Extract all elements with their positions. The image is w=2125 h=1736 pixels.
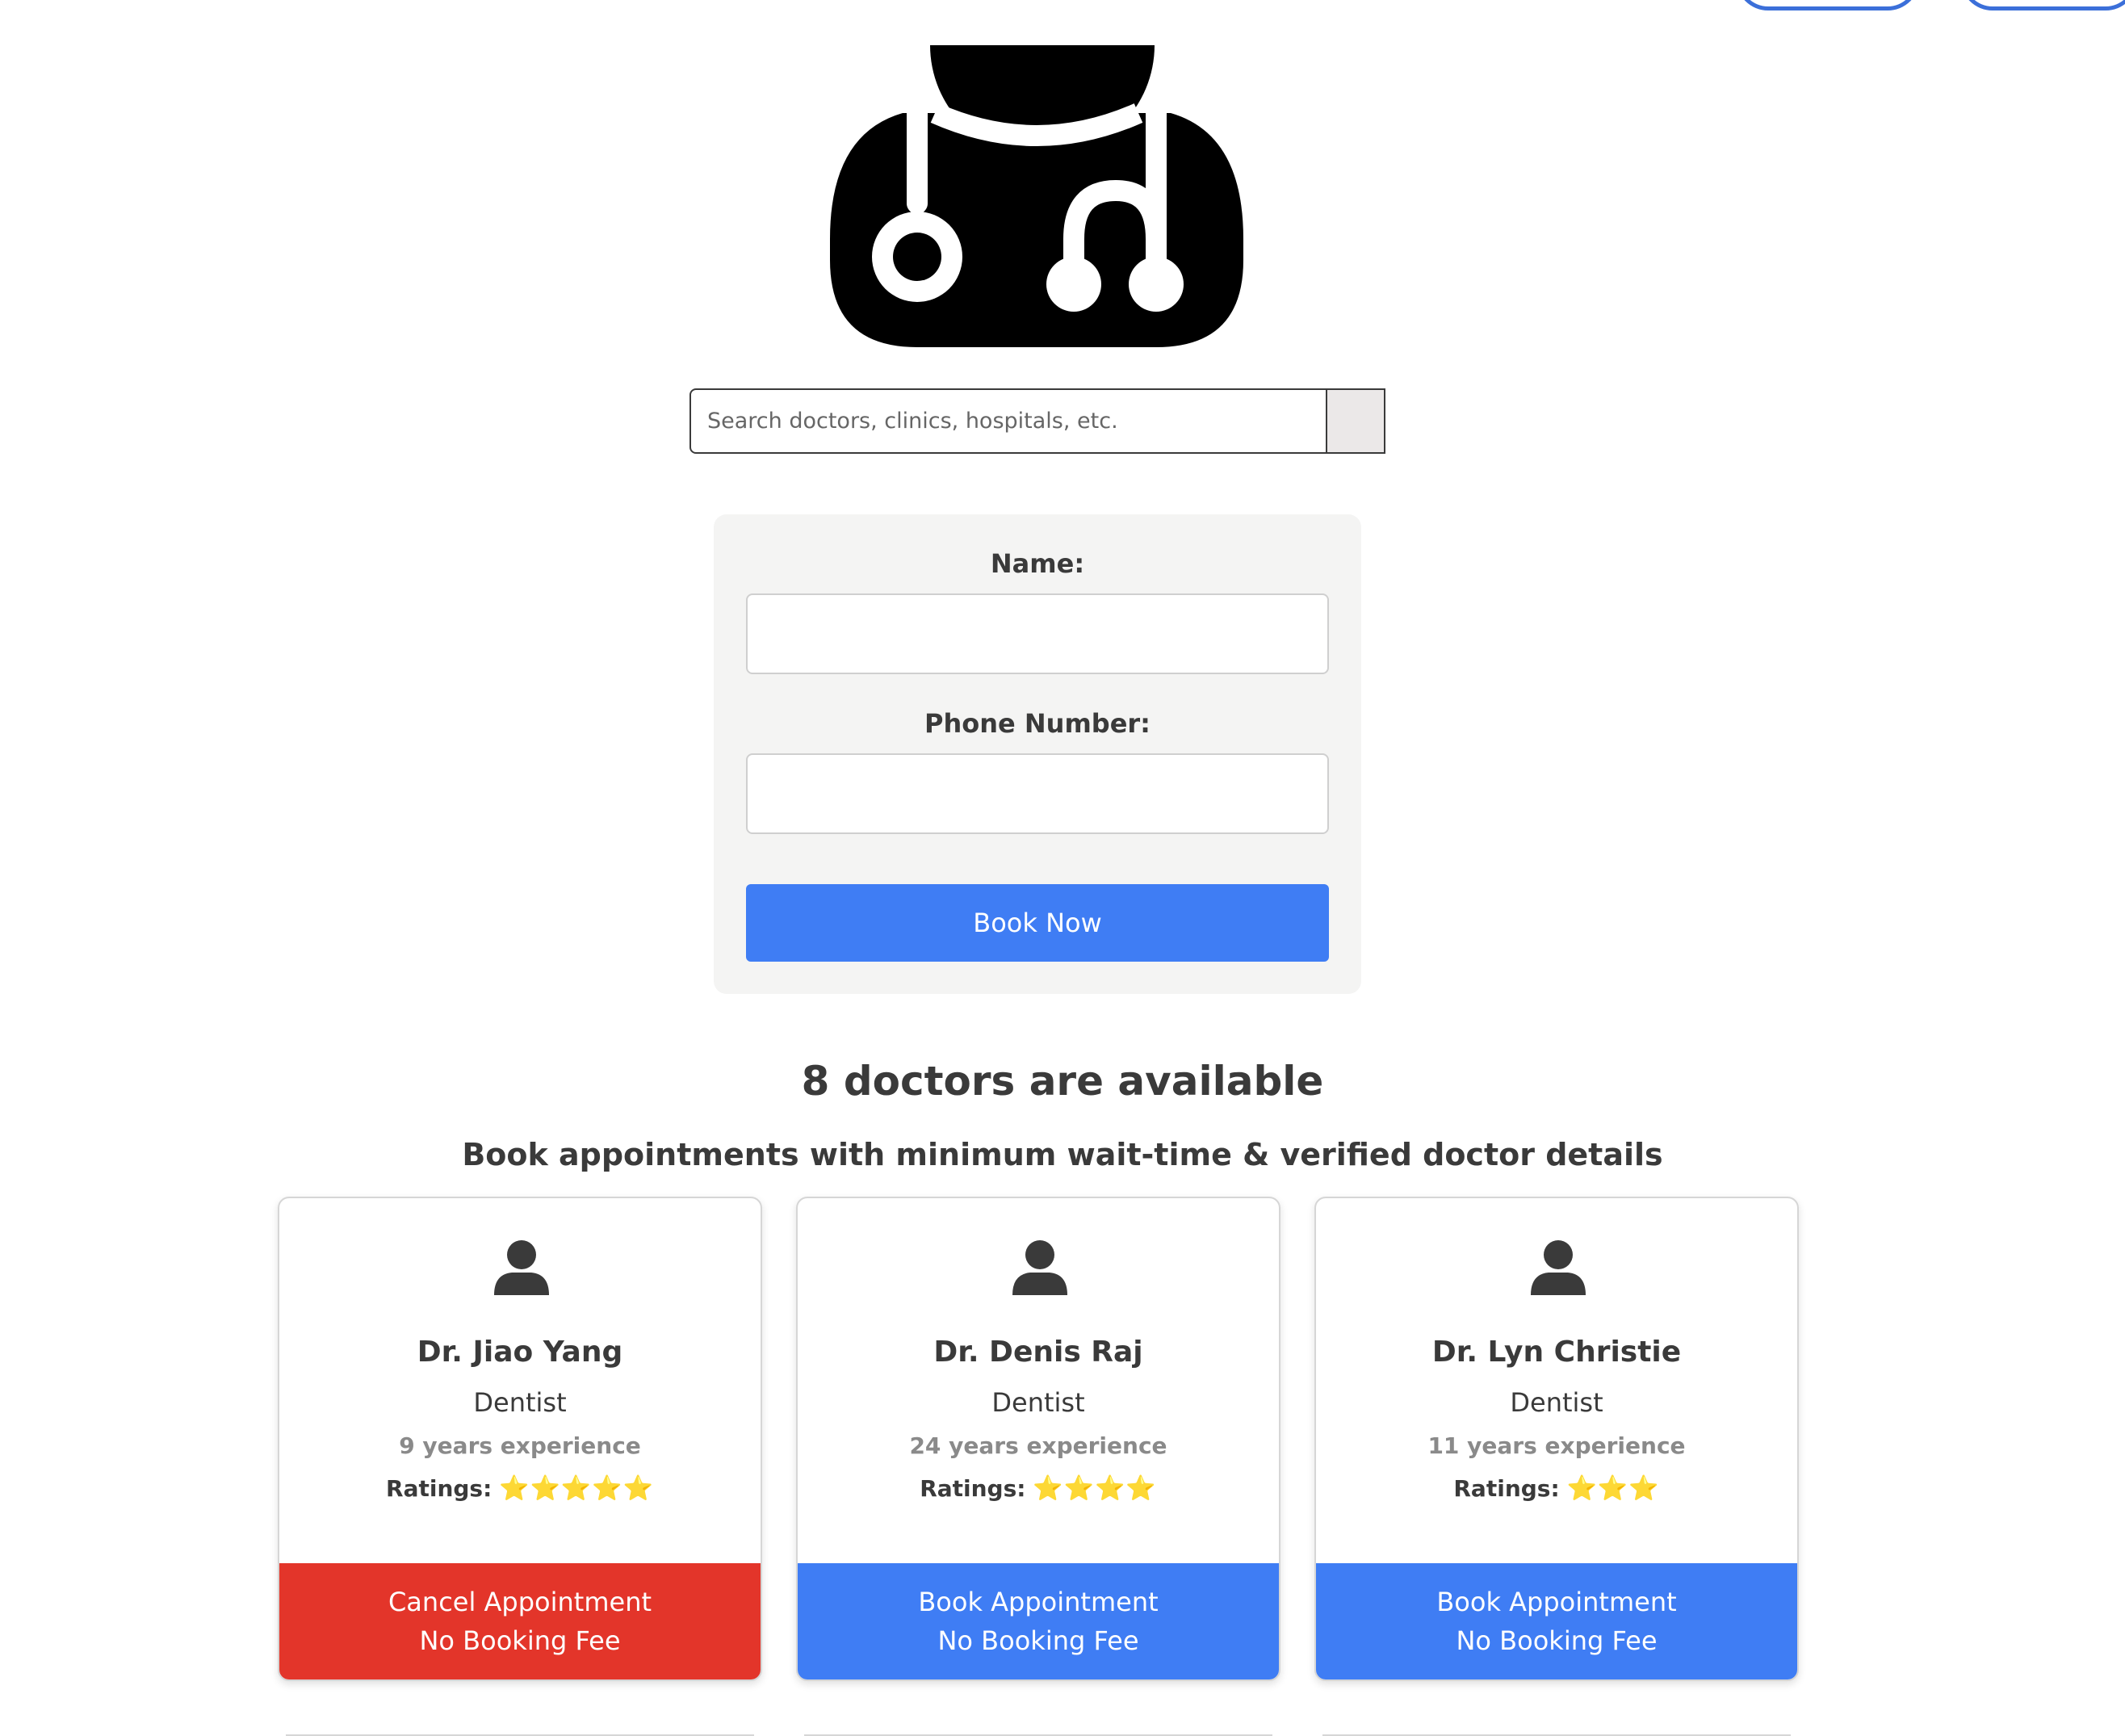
rating-stars-icon: ⭐⭐⭐⭐⭐ xyxy=(499,1474,654,1503)
appointment-action-label: Book Appointment xyxy=(1436,1587,1677,1617)
phone-number-field[interactable] xyxy=(746,753,1329,834)
book-now-button[interactable]: Book Now xyxy=(746,884,1329,962)
top-nav-button-1[interactable] xyxy=(1736,0,1920,10)
doctor-experience: 24 years experience xyxy=(909,1432,1167,1459)
doctor-specialty: Dentist xyxy=(473,1387,567,1418)
doctor-specialty: Dentist xyxy=(991,1387,1085,1418)
cancel-appointment-button[interactable]: Cancel Appointment No Booking Fee xyxy=(279,1563,761,1679)
booking-fee-label: No Booking Fee xyxy=(937,1625,1139,1656)
doctor-name: Dr. Lyn Christie xyxy=(1431,1336,1682,1369)
doctor-stethoscope-logo-icon xyxy=(830,45,1243,355)
search-input[interactable] xyxy=(689,388,1327,454)
search-bar xyxy=(689,388,1385,454)
doctors-available-heading: 8 doctors are available xyxy=(801,1058,1324,1105)
doctor-experience: 11 years experience xyxy=(1427,1432,1686,1459)
rating-stars-icon: ⭐⭐⭐⭐ xyxy=(1033,1474,1157,1503)
top-nav-button-2[interactable] xyxy=(1960,0,2125,10)
search-button[interactable] xyxy=(1327,388,1385,454)
doctor-card: Dr. Denis Raj Dentist 24 years experienc… xyxy=(796,1197,1280,1681)
appointment-action-label: Cancel Appointment xyxy=(388,1587,652,1617)
appointment-action-label: Book Appointment xyxy=(918,1587,1159,1617)
doctor-avatar-icon xyxy=(492,1239,551,1297)
phone-number-label: Phone Number: xyxy=(924,708,1151,739)
name-label: Name: xyxy=(990,548,1085,579)
ratings-label: Ratings: xyxy=(386,1475,492,1502)
doctor-card: Dr. Lyn Christie Dentist 11 years experi… xyxy=(1314,1197,1799,1681)
doctor-name: Dr. Jiao Yang xyxy=(417,1336,623,1369)
booking-form: Name: Phone Number: Book Now xyxy=(714,514,1361,994)
doctor-card: Dr. Jiao Yang Dentist 9 years experience… xyxy=(278,1197,762,1681)
doctor-ratings: Ratings: ⭐⭐⭐⭐ xyxy=(798,1474,1279,1503)
book-appointment-button[interactable]: Book Appointment No Booking Fee xyxy=(1316,1563,1797,1679)
rating-stars-icon: ⭐⭐⭐ xyxy=(1566,1474,1660,1503)
ratings-label: Ratings: xyxy=(1453,1475,1560,1502)
doctor-specialty: Dentist xyxy=(1510,1387,1603,1418)
doctor-avatar-icon xyxy=(1529,1239,1587,1297)
doctor-experience: 9 years experience xyxy=(399,1432,641,1459)
doctor-ratings: Ratings: ⭐⭐⭐ xyxy=(1316,1474,1797,1503)
doctor-avatar-icon xyxy=(1011,1239,1069,1297)
name-field[interactable] xyxy=(746,593,1329,674)
booking-fee-label: No Booking Fee xyxy=(419,1625,621,1656)
doctor-ratings: Ratings: ⭐⭐⭐⭐⭐ xyxy=(279,1474,761,1503)
doctor-name: Dr. Denis Raj xyxy=(933,1336,1143,1369)
book-appointment-button[interactable]: Book Appointment No Booking Fee xyxy=(798,1563,1279,1679)
listing-subheading: Book appointments with minimum wait-time… xyxy=(462,1137,1663,1172)
booking-fee-label: No Booking Fee xyxy=(1456,1625,1658,1656)
ratings-label: Ratings: xyxy=(920,1475,1026,1502)
